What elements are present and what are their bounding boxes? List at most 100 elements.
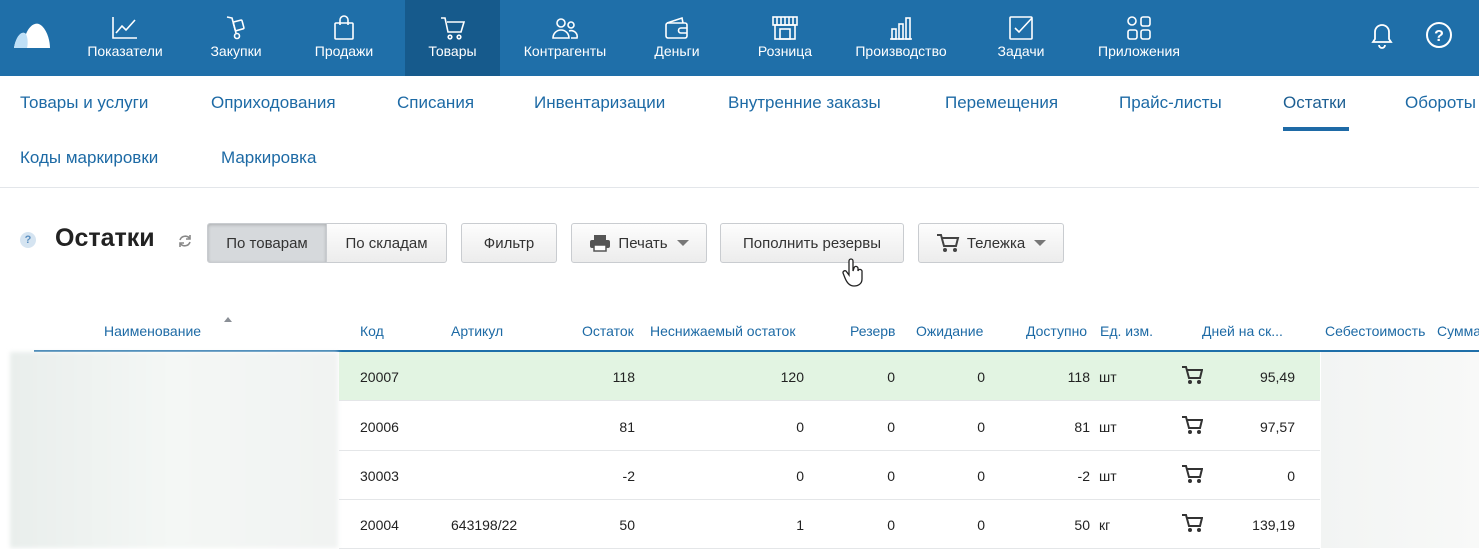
- nav-item-label: Товары: [428, 43, 477, 59]
- cell-min-stock: 0: [796, 419, 804, 435]
- cell-days: 95,49: [1259, 369, 1295, 385]
- column-header-cost[interactable]: Себестоимость: [1325, 323, 1425, 339]
- nav-item-indicators[interactable]: Показатели: [76, 0, 174, 76]
- chevron-down-icon: [1034, 240, 1047, 246]
- cell-code: 20007: [360, 369, 399, 385]
- nav-item-sales[interactable]: Продажи: [298, 0, 390, 76]
- nav-item-goods[interactable]: Товары: [405, 0, 500, 76]
- print-label: Печать: [618, 234, 668, 252]
- cell-article: 643198/22: [451, 517, 518, 533]
- cell-unit: кг: [1099, 517, 1111, 533]
- page-title: Остатки: [55, 224, 155, 252]
- nav-item-label: Задачи: [997, 43, 1045, 59]
- column-header-code[interactable]: Код: [360, 323, 384, 339]
- column-header-available[interactable]: Доступно: [1026, 323, 1087, 339]
- shopping-bag-icon: [329, 13, 359, 43]
- subnav-stock[interactable]: Остатки: [1283, 93, 1346, 113]
- nav-item-label: Продажи: [314, 43, 374, 59]
- cell-waiting: 0: [977, 369, 985, 385]
- blurred-name-column: [10, 352, 338, 548]
- subnav-marking[interactable]: Маркировка: [221, 148, 316, 168]
- table-row[interactable]: 20004 643198/22 50 1 0 0 50 кг 139,19: [339, 500, 1320, 549]
- subnav-receipts[interactable]: Оприходования: [211, 93, 336, 113]
- cell-reserve: 0: [887, 369, 895, 385]
- subnav-goods-services[interactable]: Товары и услуги: [20, 93, 148, 113]
- svg-text:?: ?: [1434, 28, 1444, 45]
- nav-item-label: Производство: [855, 43, 947, 59]
- cell-stock: 118: [612, 369, 635, 385]
- column-header-sum[interactable]: Сумма: [1437, 323, 1479, 339]
- sort-ascending-icon: [224, 317, 232, 322]
- contacts-icon: [550, 13, 580, 43]
- cell-stock: 81: [619, 419, 635, 435]
- subnav-inventory[interactable]: Инвентаризации: [534, 93, 665, 113]
- subnav-internal-orders[interactable]: Внутренние заказы: [728, 93, 881, 113]
- cell-days: 0: [1287, 468, 1295, 484]
- factory-icon: [886, 13, 916, 43]
- subnav-marking-codes[interactable]: Коды маркировки: [20, 148, 158, 168]
- wallet-icon: [662, 13, 692, 43]
- cart-icon[interactable]: [1181, 513, 1203, 533]
- apps-icon: [1124, 13, 1154, 43]
- nav-item-purchases[interactable]: Закупки: [196, 0, 276, 76]
- cell-days: 139,19: [1252, 517, 1295, 533]
- cell-reserve: 0: [887, 468, 895, 484]
- nav-item-money[interactable]: Деньги: [640, 0, 714, 76]
- nav-item-contractors[interactable]: Контрагенты: [515, 0, 615, 76]
- refresh-icon[interactable]: [177, 233, 193, 249]
- subnav-price-lists[interactable]: Прайс-листы: [1119, 93, 1222, 113]
- cell-unit: шт: [1099, 369, 1117, 385]
- replenish-reserves-button[interactable]: Пополнить резервы: [720, 223, 904, 263]
- help-badge[interactable]: ?: [20, 232, 36, 248]
- table-row[interactable]: 20006 81 0 0 0 81 шт 97,57: [339, 402, 1320, 451]
- bell-icon[interactable]: [1367, 20, 1397, 50]
- cell-available: 118: [1067, 369, 1090, 385]
- by-goods-button[interactable]: По товарам: [207, 223, 327, 263]
- cart-label: Тележка: [966, 234, 1026, 252]
- cell-days: 97,57: [1259, 419, 1295, 435]
- column-header-name[interactable]: Наименование: [104, 323, 201, 339]
- cell-code: 20004: [360, 517, 399, 533]
- cart-icon[interactable]: [1181, 415, 1203, 435]
- column-header-article[interactable]: Артикул: [451, 323, 503, 339]
- replenish-label: Пополнить резервы: [742, 234, 882, 252]
- hand-cursor-icon: [842, 258, 863, 287]
- nav-item-label: Розница: [757, 43, 813, 59]
- nav-item-label: Показатели: [87, 43, 163, 59]
- nav-item-tasks[interactable]: Задачи: [986, 0, 1056, 76]
- nav-item-retail[interactable]: Розница: [746, 0, 824, 76]
- cell-min-stock: 1: [796, 517, 804, 533]
- tasks-icon: [1006, 13, 1036, 43]
- logo-icon[interactable]: [12, 18, 52, 52]
- cell-stock: -2: [622, 468, 635, 484]
- top-navigation-bar: Показатели Закупки Продажи Товары Контра…: [0, 0, 1479, 76]
- table-row[interactable]: 30003 -2 0 0 0 -2 шт 0: [339, 451, 1320, 500]
- chevron-down-icon: [676, 240, 689, 246]
- subnav-transfers[interactable]: Перемещения: [945, 93, 1058, 113]
- column-header-reserve[interactable]: Резерв: [850, 323, 895, 339]
- column-header-days[interactable]: Дней на ск...: [1202, 323, 1283, 339]
- column-header-min-stock[interactable]: Неснижаемый остаток: [650, 323, 795, 339]
- column-header-waiting[interactable]: Ожидание: [916, 323, 983, 339]
- cell-waiting: 0: [977, 468, 985, 484]
- active-tab-indicator: [1283, 127, 1349, 131]
- nav-item-production[interactable]: Производство: [846, 0, 956, 76]
- nav-item-apps[interactable]: Приложения: [1090, 0, 1188, 76]
- by-warehouses-button[interactable]: По складам: [326, 223, 447, 263]
- cell-code: 20006: [360, 419, 399, 435]
- cart-icon: [438, 13, 468, 43]
- subnav-write-offs[interactable]: Списания: [397, 93, 474, 113]
- column-header-unit[interactable]: Ед. изм.: [1100, 323, 1153, 339]
- print-button[interactable]: Печать: [571, 223, 707, 263]
- cart-icon[interactable]: [1181, 464, 1203, 484]
- cart-button[interactable]: Тележка: [918, 223, 1064, 263]
- blurred-cost-column: [1321, 352, 1479, 548]
- subnav-turnover[interactable]: Обороты: [1405, 93, 1476, 113]
- filter-button[interactable]: Фильтр: [461, 223, 557, 263]
- help-icon[interactable]: ?: [1424, 20, 1454, 50]
- cart-icon[interactable]: [1181, 365, 1203, 385]
- cell-available: -2: [1077, 468, 1090, 484]
- table-row[interactable]: 20007 118 120 0 0 118 шт 95,49: [339, 352, 1320, 401]
- nav-item-label: Контрагенты: [523, 43, 607, 59]
- column-header-stock[interactable]: Остаток: [582, 323, 634, 339]
